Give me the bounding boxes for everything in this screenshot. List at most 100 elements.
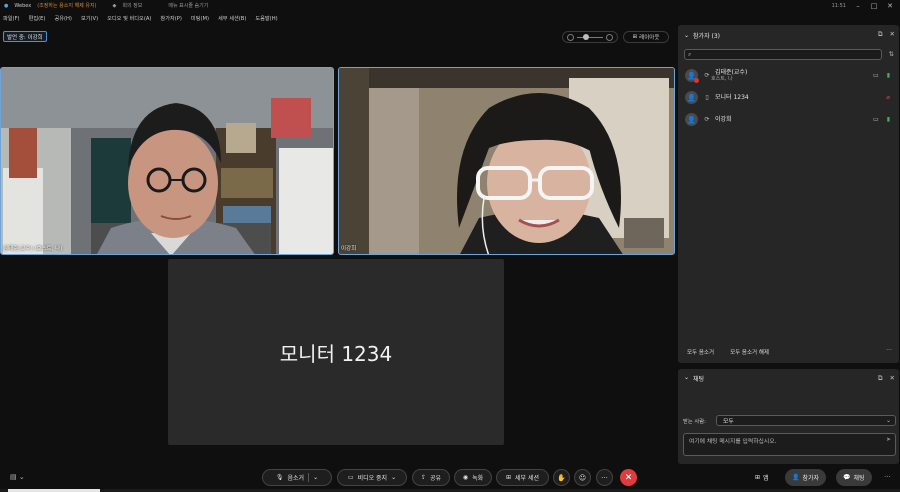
menu-file[interactable]: 파일(F) xyxy=(3,15,20,22)
apps-button[interactable]: ⊞ 앱 xyxy=(748,469,776,486)
webex-window: ● Webex (조정하는 용소지 해제 유지) ◆ 회의 정보 메뉴 표시줄 … xyxy=(0,0,900,492)
popout-icon[interactable]: ⧉ xyxy=(878,374,883,383)
participant-row[interactable]: 👤 ⟳ 김태준(교수) 호스트, 나 ▭ ▮ xyxy=(685,68,894,83)
hide-menu-link[interactable]: 메뉴 표시줄 숨기기 xyxy=(168,2,208,9)
chat-label: 채팅 xyxy=(853,475,865,482)
mute-button-label: 음소거 xyxy=(287,475,305,482)
video-tile-monitor[interactable]: 모니터 1234 xyxy=(168,259,504,445)
menu-edit[interactable]: 편집(E) xyxy=(29,15,46,22)
leave-meeting-button[interactable]: ✕ xyxy=(620,469,637,486)
chat-message-input[interactable]: 여기에 채팅 메시지를 입력하십시오. ➤ xyxy=(683,433,896,456)
speaking-indicator: 발언 중: 이강희 xyxy=(3,31,47,42)
maximize-icon[interactable]: □ xyxy=(870,2,878,10)
record-button[interactable]: ◉ 녹화 xyxy=(454,469,492,486)
recipient-label: 받는 사람: xyxy=(683,419,706,425)
menu-breakout[interactable]: 세부 세션(B) xyxy=(218,15,246,22)
participant-name: 모니터 1234 xyxy=(715,94,749,101)
participants-button[interactable]: 👤 참가자 xyxy=(785,469,827,486)
video-camera-icon: ▭ xyxy=(347,474,354,481)
chat-icon: 💬 xyxy=(843,474,851,481)
chevron-down-icon[interactable]: ⌄ xyxy=(391,474,396,481)
raise-hand-button[interactable]: ✋ xyxy=(553,469,570,486)
host-name-label: 김태준(교수) (호스트, 나) xyxy=(3,246,63,252)
send-icon[interactable]: ➤ xyxy=(886,436,891,443)
close-panel-icon[interactable]: ✕ xyxy=(890,374,895,383)
microphone-icon: 🎙 xyxy=(275,474,284,481)
menu-view[interactable]: 보기(V) xyxy=(81,15,98,22)
participant-search-input[interactable]: ⌕ xyxy=(684,49,882,60)
menu-meeting[interactable]: 미팅(M) xyxy=(191,15,209,22)
participant-row[interactable]: 👤 ▯ 모니터 1234 ⌀ xyxy=(685,90,894,105)
zoom-track[interactable] xyxy=(577,33,603,40)
video-tile-participant[interactable]: 이강희 xyxy=(338,67,675,255)
menu-help[interactable]: 도움말(H) xyxy=(255,15,277,22)
stop-video-button[interactable]: ▭ 비디오 중지 ⌄ xyxy=(337,469,407,486)
chevron-down-icon[interactable]: ⌄ xyxy=(684,374,689,383)
mute-all-button[interactable]: 모두 음소거 xyxy=(687,348,714,356)
meeting-controls-bar: ▤ ⌄ 🎙 음소거 ⌄ ▭ 비디오 중지 ⌄ ⇪ 공유 ◉ 녹화 ⊞ 세부 세션… xyxy=(0,466,900,490)
unmute-all-button[interactable]: 모두 음소거 해제 xyxy=(730,348,769,356)
avatar: 👤 xyxy=(685,113,698,126)
chat-input-placeholder: 여기에 채팅 메시지를 입력하십시오. xyxy=(689,439,777,445)
more-options-icon[interactable]: ··· xyxy=(886,347,892,354)
zoom-slider[interactable] xyxy=(562,31,618,43)
chat-panel: ⌄ 채팅 ⧉ ✕ 받는 사람: 모두 ⌄ 여기에 채팅 메시지를 입력하십시오.… xyxy=(678,369,899,464)
microphone-icon[interactable]: ▮ xyxy=(887,116,890,123)
apps-icon: ⊞ xyxy=(755,474,761,481)
participants-title: 참가자 (3) xyxy=(693,33,720,40)
network-icon: ⟳ xyxy=(704,116,710,123)
close-icon[interactable]: ✕ xyxy=(886,2,894,10)
participants-panel: ⌄ 참가자 (3) ⧉ ✕ ⌕ ⇅ 👤 ⟳ 김태준(교수) 호스트, 나 ▭ ▮… xyxy=(678,25,899,363)
meeting-info-link[interactable]: 회의 정보 xyxy=(122,2,142,9)
layout-button[interactable]: ⊞ 레이아웃 xyxy=(623,31,669,43)
menu-participant[interactable]: 참가자(P) xyxy=(160,15,182,22)
breakout-session-button[interactable]: ⊞ 세부 세션 xyxy=(496,469,549,486)
video-tile-host[interactable]: 김태준(교수) (호스트, 나) xyxy=(0,67,334,255)
shield-icon: ◆ xyxy=(112,2,117,9)
captions-icon[interactable]: ▤ ⌄ xyxy=(10,473,25,481)
chat-button[interactable]: 💬 채팅 xyxy=(836,469,872,486)
grid-icon: ⊞ xyxy=(632,34,638,40)
zoom-in-icon[interactable] xyxy=(606,33,613,41)
zoom-out-icon[interactable] xyxy=(567,33,574,41)
menu-share[interactable]: 공유(H) xyxy=(54,15,72,22)
share-button[interactable]: ⇪ 공유 xyxy=(412,469,450,486)
recipient-select[interactable]: 모두 ⌄ xyxy=(716,415,896,426)
chevron-down-icon[interactable]: ⌄ xyxy=(313,474,318,481)
more-options-icon[interactable]: ··· xyxy=(884,473,891,481)
title-bar: ● Webex (조정하는 용소지 해제 유지) ◆ 회의 정보 메뉴 표시줄 … xyxy=(0,0,900,11)
host-badge-icon xyxy=(694,78,699,83)
participants-label: 참가자 xyxy=(802,475,820,482)
mute-button[interactable]: 🎙 음소거 ⌄ xyxy=(262,469,332,486)
app-name: Webex xyxy=(14,2,32,9)
reactions-button[interactable]: ☺ xyxy=(574,469,591,486)
breakout-icon: ⊞ xyxy=(505,474,512,481)
zoom-handle[interactable] xyxy=(583,33,589,40)
participant-role: 호스트, 나 xyxy=(711,76,733,82)
participant-row[interactable]: 👤 ⟳ 이강희 ▭ ▮ xyxy=(685,112,894,127)
breakout-label: 세부 세션 xyxy=(515,475,540,482)
more-options-button[interactable]: ··· xyxy=(596,469,613,486)
participants-icon: 👤 xyxy=(792,474,800,481)
host-video-feed xyxy=(1,68,333,254)
recipient-value: 모두 xyxy=(723,419,734,425)
popout-icon[interactable]: ⧉ xyxy=(878,30,883,39)
chevron-down-icon: ⌄ xyxy=(885,417,891,424)
microphone-muted-icon[interactable]: ⌀ xyxy=(886,94,890,101)
layout-button-label: 레이아웃 xyxy=(639,35,660,41)
participant-name: 김태준(교수) xyxy=(715,69,748,76)
webex-logo-icon: ● xyxy=(4,2,9,9)
recording-notice: (조정하는 용소지 해제 유지) xyxy=(37,3,97,9)
sort-icon[interactable]: ⇅ xyxy=(889,50,894,58)
minimize-icon[interactable]: – xyxy=(854,2,862,10)
microphone-icon[interactable]: ▮ xyxy=(887,72,890,79)
participant-video-feed xyxy=(339,68,674,254)
share-icon: ⇪ xyxy=(420,474,426,481)
participants-header: ⌄ 참가자 (3) xyxy=(684,31,720,40)
menu-audio-video[interactable]: 오디오 및 비디오(A) xyxy=(107,15,151,22)
record-label: 녹화 xyxy=(472,475,484,482)
avatar: 👤 xyxy=(685,91,698,104)
close-panel-icon[interactable]: ✕ xyxy=(890,30,895,39)
avatar: 👤 xyxy=(685,69,699,83)
chevron-down-icon[interactable]: ⌄ xyxy=(684,32,689,39)
